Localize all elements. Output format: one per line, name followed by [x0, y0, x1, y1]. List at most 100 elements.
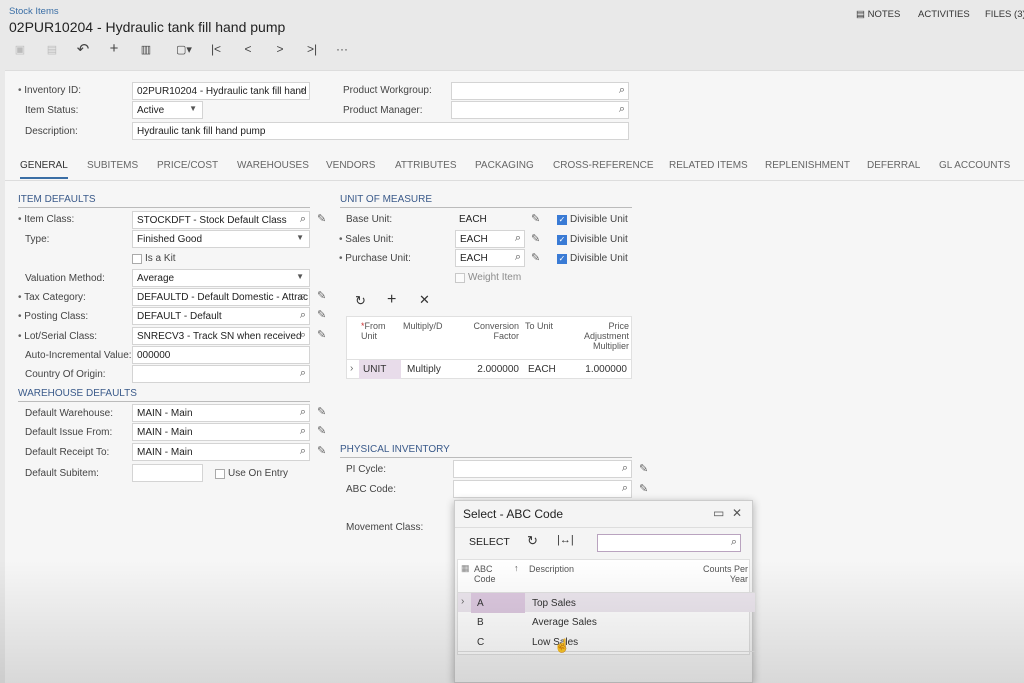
default-issue-input[interactable]: MAIN - Main ⌕: [132, 423, 310, 441]
tab-packaging[interactable]: PACKAGING: [475, 160, 534, 171]
refresh-icon[interactable]: ↻: [527, 533, 538, 549]
checkbox-checked[interactable]: ✓: [557, 253, 567, 264]
tax-category-input[interactable]: DEFAULTD - Default Domestic - Attrac ⌕: [132, 288, 310, 306]
search-icon[interactable]: ⌕: [300, 329, 306, 342]
tab-gl-accounts[interactable]: GL ACCOUNTS: [939, 160, 1010, 171]
close-icon[interactable]: ✕: [732, 506, 742, 520]
edit-pencil-icon[interactable]: ✎: [317, 405, 326, 418]
checkbox-checked[interactable]: ✓: [557, 234, 567, 245]
cell-description[interactable]: Average Sales: [532, 617, 597, 628]
checkbox[interactable]: [215, 468, 225, 479]
notes-button[interactable]: ▤ NOTES: [856, 9, 900, 20]
row-expand-icon[interactable]: ›: [350, 363, 353, 374]
search-icon[interactable]: ⌕: [300, 406, 306, 419]
tab-related-items[interactable]: RELATED ITEMS: [669, 160, 748, 171]
fit-columns-icon[interactable]: |↔|: [557, 534, 574, 546]
search-icon[interactable]: ⌕: [300, 213, 306, 226]
col-price-multiplier[interactable]: Price Adjustment Multiplier: [567, 321, 629, 351]
search-icon[interactable]: ⌕: [622, 462, 628, 475]
activities-button[interactable]: ACTIVITIES: [918, 9, 970, 20]
weight-item-checkbox[interactable]: Weight Item: [455, 272, 521, 283]
lot-serial-input[interactable]: SNRECV3 - Track SN when received ⌕: [132, 327, 310, 345]
col-conversion-factor[interactable]: Conversion Factor: [459, 321, 519, 341]
refresh-icon[interactable]: ↻: [355, 293, 366, 309]
edit-pencil-icon[interactable]: ✎: [639, 482, 648, 495]
table-row[interactable]: › A Top Sales: [458, 592, 755, 613]
is-kit-checkbox[interactable]: Is a Kit: [132, 253, 176, 264]
cell-code[interactable]: B: [477, 617, 484, 628]
edit-pencil-icon[interactable]: ✎: [317, 308, 326, 321]
table-row[interactable]: C Low Sales: [458, 632, 755, 652]
sales-unit-input[interactable]: EACH ⌕: [455, 230, 525, 248]
search-icon[interactable]: ⌕: [300, 367, 306, 380]
previous-icon[interactable]: <: [238, 42, 258, 56]
edit-pencil-icon[interactable]: ✎: [531, 251, 540, 264]
tab-attributes[interactable]: ATTRIBUTES: [395, 160, 456, 171]
cell-to-unit[interactable]: EACH: [528, 364, 556, 375]
search-icon[interactable]: ⌕: [619, 103, 625, 116]
base-divisible-checkbox[interactable]: ✓ Divisible Unit: [557, 214, 628, 225]
search-icon[interactable]: ⌕: [619, 84, 625, 97]
delete-icon[interactable]: ▥: [136, 43, 156, 56]
tab-cross-reference[interactable]: CROSS-REFERENCE: [553, 160, 654, 171]
delete-row-icon[interactable]: ✕: [419, 292, 430, 308]
add-row-icon[interactable]: +: [387, 291, 396, 309]
cell-multiply[interactable]: Multiply: [407, 364, 441, 375]
tab-deferral[interactable]: DEFERRAL: [867, 160, 920, 171]
undo-icon[interactable]: ↶: [73, 40, 93, 58]
pi-cycle-input[interactable]: ⌕: [453, 460, 632, 478]
column-chooser-icon[interactable]: ▦: [461, 563, 470, 574]
checkbox[interactable]: [455, 272, 465, 283]
inventory-id-input[interactable]: 02PUR10204 - Hydraulic tank fill hand ⌕: [132, 82, 310, 100]
checkbox[interactable]: [132, 253, 142, 264]
default-receipt-input[interactable]: MAIN - Main ⌕: [132, 443, 310, 461]
dialog-search-input[interactable]: ⌕: [597, 534, 741, 552]
breadcrumb[interactable]: Stock Items: [9, 6, 59, 17]
search-icon[interactable]: ⌕: [300, 290, 306, 303]
search-icon[interactable]: ⌕: [515, 251, 521, 264]
search-icon[interactable]: ⌕: [731, 536, 737, 549]
default-warehouse-input[interactable]: MAIN - Main ⌕: [132, 404, 310, 422]
cell-factor[interactable]: 2.000000: [459, 364, 519, 375]
add-icon[interactable]: +: [104, 40, 124, 57]
copy-paste-icon[interactable]: ▢▾: [170, 43, 198, 56]
edit-pencil-icon[interactable]: ✎: [317, 444, 326, 457]
more-icon[interactable]: ···: [332, 42, 352, 56]
maximize-icon[interactable]: ▭: [713, 506, 724, 520]
search-icon[interactable]: ⌕: [622, 482, 628, 495]
description-input[interactable]: Hydraulic tank fill hand pump: [132, 122, 629, 140]
base-unit-value[interactable]: EACH: [459, 214, 487, 225]
product-workgroup-input[interactable]: ⌕: [451, 82, 629, 100]
valuation-select[interactable]: Average ▼: [132, 269, 310, 287]
first-icon[interactable]: |<: [206, 42, 226, 56]
cell-code[interactable]: A: [471, 593, 525, 613]
edit-pencil-icon[interactable]: ✎: [531, 212, 540, 225]
type-select[interactable]: Finished Good ▼: [132, 230, 310, 248]
edit-pencil-icon[interactable]: ✎: [317, 424, 326, 437]
posting-class-input[interactable]: DEFAULT - Default ⌕: [132, 307, 310, 325]
cell-from-unit[interactable]: UNIT: [359, 360, 401, 379]
col-to-unit[interactable]: To Unit: [525, 321, 555, 331]
search-icon[interactable]: ⌕: [515, 232, 521, 245]
table-row[interactable]: B Average Sales: [458, 612, 755, 632]
next-icon[interactable]: >: [270, 42, 290, 56]
purchase-unit-input[interactable]: EACH ⌕: [455, 249, 525, 267]
auto-incremental-input[interactable]: 000000: [132, 346, 310, 364]
cell-description[interactable]: Top Sales: [532, 598, 576, 609]
tab-vendors[interactable]: VENDORS: [326, 160, 375, 171]
edit-pencil-icon[interactable]: ✎: [531, 232, 540, 245]
col-from-unit[interactable]: From Unit: [361, 321, 386, 341]
purchase-divisible-checkbox[interactable]: ✓ Divisible Unit: [557, 253, 628, 264]
sort-asc-icon[interactable]: ↑: [514, 563, 519, 573]
sales-divisible-checkbox[interactable]: ✓ Divisible Unit: [557, 234, 628, 245]
abc-code-input[interactable]: ⌕: [453, 480, 632, 498]
edit-pencil-icon[interactable]: ✎: [317, 289, 326, 302]
edit-pencil-icon[interactable]: ✎: [317, 212, 326, 225]
cell-code[interactable]: C: [477, 637, 484, 648]
save-icon[interactable]: ▤: [42, 43, 62, 56]
edit-pencil-icon[interactable]: ✎: [639, 462, 648, 475]
checkbox-checked[interactable]: ✓: [557, 214, 567, 225]
use-on-entry-checkbox[interactable]: Use On Entry: [215, 468, 288, 479]
files-button[interactable]: FILES (3): [985, 9, 1024, 20]
search-icon[interactable]: ⌕: [300, 445, 306, 458]
